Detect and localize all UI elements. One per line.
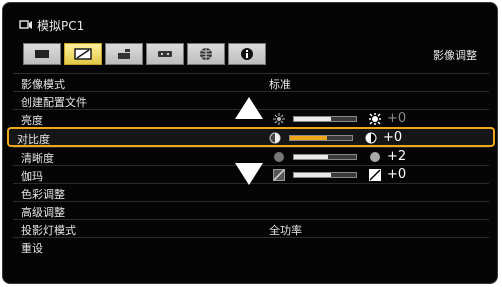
sharpness-track [293, 154, 357, 160]
sharpness-low-icon [273, 151, 285, 163]
contrast-low-icon [269, 132, 281, 144]
sharpness-fill [294, 155, 329, 159]
menu-item-contrast[interactable]: 对比度 +0 [7, 127, 495, 147]
brightness-fill [294, 117, 332, 121]
input-source-label: 模拟PC1 [37, 18, 85, 33]
tab-image-adjust[interactable] [64, 43, 102, 65]
contrast-high-icon [365, 132, 377, 144]
tab-globe[interactable] [187, 43, 225, 65]
brightness-high-icon [369, 113, 381, 125]
gamma-high-icon [369, 169, 381, 181]
brightness-track [293, 116, 357, 122]
contrast-slider[interactable]: +0 [265, 130, 425, 145]
scroll-down-arrow-icon[interactable] [235, 163, 263, 185]
menu-item-color-adjust[interactable]: 色彩调整 [13, 183, 489, 201]
menu-item-label: 重设 [21, 242, 43, 255]
sharpness-value: +2 [387, 149, 407, 164]
gamma-value: +0 [387, 167, 407, 182]
tab-network[interactable] [146, 43, 184, 65]
menu-item-label: 高级调整 [21, 206, 65, 219]
input-signal-icon [19, 19, 33, 31]
menu-item-advanced-adjust[interactable]: 高级调整 [13, 201, 489, 219]
tab-info[interactable] [228, 43, 266, 65]
menu-item-reset[interactable]: 重设 [13, 237, 489, 255]
contrast-value: +0 [383, 130, 403, 145]
contrast-fill [290, 136, 328, 140]
brightness-slider[interactable]: +0 [269, 111, 429, 126]
tab-screen[interactable] [23, 43, 61, 65]
sharpness-high-icon [369, 151, 381, 163]
scroll-up-arrow-icon[interactable] [235, 97, 263, 119]
menu-item-label: 伽玛 [21, 170, 43, 183]
menu-item-label: 投影灯模式 [21, 224, 76, 237]
input-source: 模拟PC1 [19, 17, 84, 33]
menu-item-value: 全功率 [269, 224, 302, 237]
contrast-track [289, 135, 353, 141]
tab-projector-settings[interactable] [105, 43, 143, 65]
menu-tabs [23, 43, 266, 67]
menu-title: 影像调整 [433, 49, 477, 62]
menu-item-label: 亮度 [21, 114, 43, 127]
gamma-track [293, 172, 357, 178]
menu-item-label: 清晰度 [21, 152, 54, 165]
brightness-low-icon [273, 113, 285, 125]
projector-osd-menu: 模拟PC1 影像调整 影像模式 标准 创建配置文件 亮度 +0 对比度 +0 清… [2, 2, 498, 284]
gamma-low-icon [273, 169, 285, 181]
image-adjust-icon [74, 48, 92, 60]
gamma-slider[interactable]: +0 [269, 167, 429, 182]
menu-item-label: 创建配置文件 [21, 96, 87, 109]
menu-item-label: 色彩调整 [21, 188, 65, 201]
network-icon [157, 48, 173, 60]
menu-item-label: 对比度 [17, 133, 50, 146]
sharpness-slider[interactable]: +2 [269, 149, 429, 164]
menu-item-value: 标准 [269, 78, 291, 91]
brightness-value: +0 [387, 111, 407, 126]
screen-icon [34, 49, 50, 59]
globe-icon [199, 47, 213, 61]
projector-settings-icon [116, 48, 132, 60]
menu-item-lamp-mode[interactable]: 投影灯模式 全功率 [13, 219, 489, 237]
menu-item-label: 影像模式 [21, 78, 65, 91]
info-icon [240, 47, 254, 61]
gamma-fill [294, 173, 332, 177]
menu-item-image-mode[interactable]: 影像模式 标准 [13, 73, 489, 91]
